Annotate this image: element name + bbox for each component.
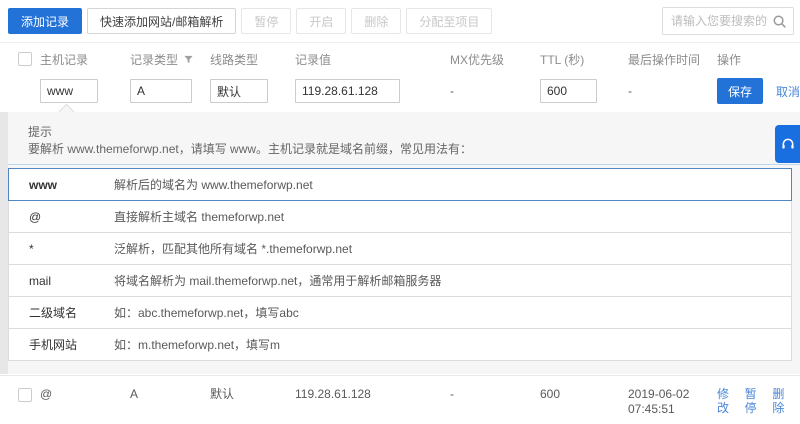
toolbar-divider [0, 42, 800, 43]
tip-term: mail [29, 274, 114, 288]
delete-link[interactable]: 删除 [772, 387, 791, 415]
tip-term: www [29, 178, 114, 192]
save-button[interactable]: 保存 [717, 78, 763, 104]
line-input[interactable] [210, 79, 268, 103]
header-time: 最后操作时间 [628, 51, 717, 68]
select-all-checkbox[interactable] [18, 52, 32, 66]
record-last-op-time: 2019-06-02 07:45:51 [628, 387, 717, 417]
tip-row-at[interactable]: @ 直接解析主域名 themeforwp.net [8, 200, 792, 233]
record-type: A [130, 387, 210, 401]
tip-term: 二级域名 [29, 304, 114, 321]
headset-icon [780, 136, 796, 152]
tip-desc: 将域名解析为 mail.themeforwp.net，通常用于解析邮箱服务器 [114, 272, 441, 289]
header-line: 线路类型 [210, 51, 295, 68]
type-input[interactable] [130, 79, 192, 103]
assign-project-button[interactable]: 分配至项目 [406, 8, 492, 34]
record-edit-row: - - 保存 取消 [0, 78, 800, 104]
add-record-button[interactable]: 添加记录 [8, 8, 82, 34]
record-ttl: 600 [540, 387, 628, 401]
tip-term: @ [29, 210, 114, 224]
search-box [662, 7, 794, 35]
cancel-link[interactable]: 取消 [776, 83, 800, 100]
record-mx: - [450, 387, 540, 401]
tip-desc: 直接解析主域名 themeforwp.net [114, 208, 284, 225]
page-left-gutter [0, 112, 8, 374]
pause-link[interactable]: 暂停 [745, 387, 764, 415]
row-checkbox[interactable] [18, 388, 32, 402]
header-type: 记录类型 [130, 51, 210, 68]
tip-desc: 泛解析，匹配其他所有域名 *.themeforwp.net [114, 240, 352, 257]
tip-caret [59, 104, 75, 120]
header-host: 主机记录 [40, 51, 130, 68]
tip-title: 提示 [28, 123, 52, 140]
quick-add-button[interactable]: 快速添加网站/邮箱解析 [87, 8, 236, 34]
tip-row-www[interactable]: www 解析后的域名为 www.themeforwp.net [8, 168, 792, 201]
value-input[interactable] [295, 79, 400, 103]
record-host: @ [40, 387, 130, 401]
header-ops: 操作 [717, 51, 800, 68]
tip-row-mobile[interactable]: 手机网站 如：m.themeforwp.net，填写m [8, 328, 792, 361]
delete-button[interactable]: 删除 [351, 8, 401, 34]
edit-mx-value: - [450, 84, 540, 98]
toolbar: 添加记录 快速添加网站/邮箱解析 暂停 开启 删除 分配至项目 [8, 8, 492, 34]
host-input[interactable] [40, 79, 98, 103]
header-ttl: TTL (秒) [540, 51, 628, 68]
table-header: 主机记录 记录类型 线路类型 记录值 MX优先级 TTL (秒) 最后操作时间 … [0, 48, 800, 70]
pause-button[interactable]: 暂停 [241, 8, 291, 34]
support-tab[interactable] [775, 125, 800, 163]
tip-term: * [29, 242, 114, 256]
tip-row-subdomain[interactable]: 二级域名 如：abc.themeforwp.net，填写abc [8, 296, 792, 329]
modify-link[interactable]: 修改 [717, 387, 736, 415]
tip-panel: 提示 要解析 www.themeforwp.net，请填写 www。主机记录就是… [0, 112, 800, 374]
record-date: 2019-06-02 [628, 387, 717, 402]
tip-row-mail[interactable]: mail 将域名解析为 mail.themeforwp.net，通常用于解析邮箱… [8, 264, 792, 297]
dns-records-page: 添加记录 快速添加网站/邮箱解析 暂停 开启 删除 分配至项目 主机记录 记录类… [0, 0, 800, 424]
tip-subtitle: 要解析 www.themeforwp.net，请填写 www。主机记录就是域名前… [28, 140, 472, 157]
filter-icon[interactable] [183, 54, 194, 65]
ttl-input[interactable] [540, 79, 597, 103]
record-time: 07:45:51 [628, 402, 717, 417]
tip-desc: 如：abc.themeforwp.net，填写abc [114, 304, 299, 321]
enable-button[interactable]: 开启 [296, 8, 346, 34]
search-input[interactable] [663, 14, 772, 28]
record-line: 默认 [210, 387, 295, 401]
tip-desc: 解析后的域名为 www.themeforwp.net [114, 176, 313, 193]
tip-divider [0, 164, 800, 165]
header-mx: MX优先级 [450, 51, 540, 68]
tip-usage-list: www 解析后的域名为 www.themeforwp.net @ 直接解析主域名… [8, 168, 792, 361]
table-row: @ A 默认 119.28.61.128 - 600 2019-06-02 07… [0, 375, 800, 424]
header-type-label: 记录类型 [130, 51, 178, 68]
search-icon[interactable] [772, 14, 787, 29]
tip-term: 手机网站 [29, 336, 114, 353]
tip-desc: 如：m.themeforwp.net，填写m [114, 336, 280, 353]
record-value: 119.28.61.128 [295, 387, 450, 401]
edit-time-value: - [628, 84, 717, 98]
header-value: 记录值 [295, 51, 450, 68]
tip-row-wildcard[interactable]: * 泛解析，匹配其他所有域名 *.themeforwp.net [8, 232, 792, 265]
